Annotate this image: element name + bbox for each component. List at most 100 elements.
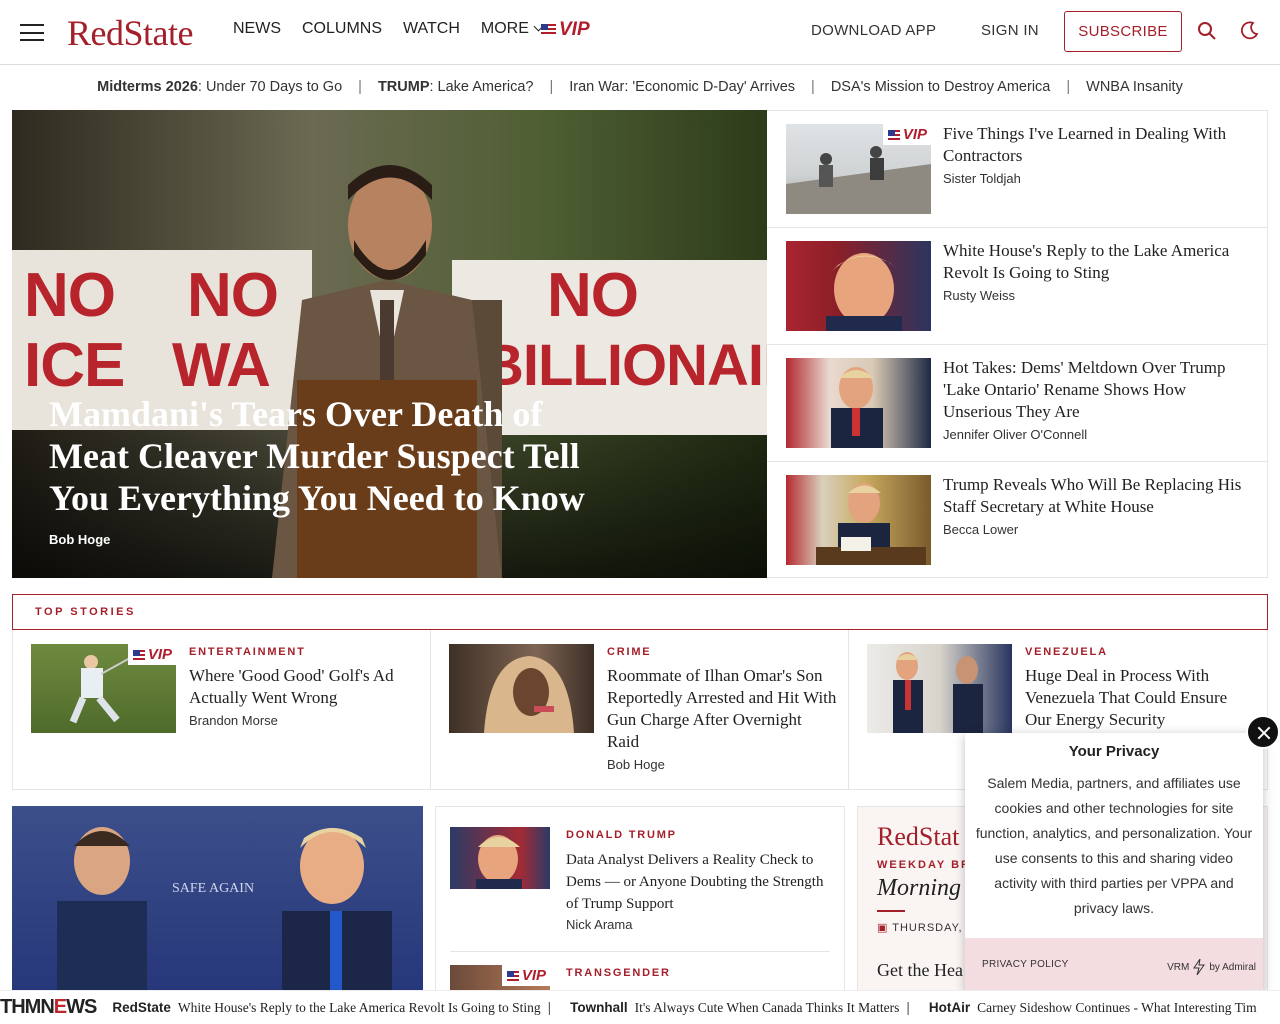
- article-title[interactable]: Trump Reveals Who Will Be Replacing His …: [943, 474, 1253, 538]
- vip-badge-label: VIP: [147, 646, 172, 663]
- article-author[interactable]: Rusty Weiss: [943, 288, 1253, 304]
- article-author[interactable]: Brandon Morse: [189, 713, 419, 729]
- category-label[interactable]: VENEZUELA: [1025, 646, 1108, 658]
- calendar-icon: ▣: [877, 922, 893, 934]
- nav-watch[interactable]: WATCH: [403, 20, 460, 38]
- admiral-brand[interactable]: VRM by Admiral: [1167, 959, 1256, 975]
- section-title: TOP STORIES: [35, 606, 136, 618]
- hero-headline[interactable]: Mamdani's Tears Over Death of Meat Cleav…: [49, 393, 609, 519]
- list-item[interactable]: DONALD TRUMP Data Analyst Delivers a Rea…: [450, 827, 830, 952]
- article-thumbnail[interactable]: [450, 827, 550, 889]
- vip-badge: VIP: [501, 965, 550, 986]
- trending-item[interactable]: WNBA Insanity: [1070, 79, 1199, 95]
- category-label[interactable]: ENTERTAINMENT: [189, 646, 306, 658]
- vip-badge: VIP: [882, 124, 931, 145]
- subscribe-button[interactable]: SUBSCRIBE: [1064, 11, 1182, 52]
- vip-badge-label: VIP: [902, 126, 927, 143]
- ticker-source[interactable]: HotAir: [929, 1000, 970, 1015]
- article-title[interactable]: Roommate of Ilhan Omar's Son Reportedly …: [607, 665, 837, 773]
- flag-icon: [132, 649, 145, 660]
- newsletter-cta: Get the Hea: [877, 960, 963, 980]
- newsletter-title: Morning: [877, 875, 961, 901]
- side-article[interactable]: VIP Five Things I've Learned in Dealing …: [767, 111, 1268, 228]
- trending-text: : Lake America?: [429, 79, 534, 95]
- side-article[interactable]: Trump Reveals Who Will Be Replacing His …: [767, 462, 1268, 579]
- category-label[interactable]: CRIME: [607, 646, 651, 658]
- article-title[interactable]: White House's Reply to the Lake America …: [943, 240, 1253, 304]
- article-title[interactable]: Data Analyst Delivers a Reality Check to…: [566, 849, 831, 935]
- feature-image[interactable]: SAFE AGAIN: [12, 806, 423, 996]
- article-title-text[interactable]: White House's Reply to the Lake America …: [943, 241, 1229, 282]
- ticker-source[interactable]: Townhall: [570, 1000, 628, 1015]
- article-title[interactable]: Where 'Good Good' Golf's Ad Actually Wen…: [189, 665, 419, 729]
- article-thumbnail[interactable]: [786, 241, 931, 331]
- banner-text: ICE: [24, 331, 125, 400]
- article-title-text[interactable]: Hot Takes: Dems' Meltdown Over Trump 'La…: [943, 358, 1226, 421]
- article-title-text[interactable]: Trump Reveals Who Will Be Replacing His …: [943, 475, 1241, 516]
- side-articles: VIP Five Things I've Learned in Dealing …: [767, 110, 1268, 578]
- trending-item[interactable]: TRUMP: Lake America?: [362, 79, 550, 95]
- divider: [877, 910, 905, 912]
- ticker-source[interactable]: RedState: [112, 1000, 171, 1015]
- article-thumbnail[interactable]: VIP: [786, 124, 931, 214]
- article-author[interactable]: Nick Arama: [566, 915, 831, 935]
- ticker-headline[interactable]: Carney Sideshow Continues - What Interes…: [977, 1000, 1257, 1016]
- newsletter-date: ▣ THURSDAY, A: [877, 921, 974, 934]
- menu-icon[interactable]: [20, 24, 44, 41]
- sign-in-link[interactable]: SIGN IN: [981, 22, 1039, 39]
- category-label[interactable]: TRANSGENDER: [566, 967, 671, 979]
- category-label[interactable]: DONALD TRUMP: [566, 829, 677, 841]
- article-title-text[interactable]: Roommate of Ilhan Omar's Son Reportedly …: [607, 666, 836, 751]
- article-thumbnail[interactable]: [786, 475, 931, 565]
- nav-columns[interactable]: COLUMNS: [302, 20, 382, 38]
- download-app-link[interactable]: DOWNLOAD APP: [811, 22, 936, 39]
- flag-icon: [541, 24, 556, 36]
- ticker-logo-mid: E: [53, 996, 67, 1018]
- article-title-text[interactable]: Data Analyst Delivers a Reality Check to…: [566, 852, 823, 912]
- ticker-logo-right: WS: [66, 996, 97, 1018]
- banner-text: BILLIONAIRES: [482, 333, 767, 398]
- article-thumbnail[interactable]: VIP: [31, 644, 176, 733]
- article-author[interactable]: Bob Hoge: [607, 757, 837, 773]
- backdrop-text: SAFE AGAIN: [172, 881, 254, 896]
- ticker-headline[interactable]: White House's Reply to the Lake America …: [178, 1000, 541, 1016]
- hero-author[interactable]: Bob Hoge: [49, 532, 110, 547]
- site-logo[interactable]: RedState: [67, 12, 193, 54]
- article-thumbnail[interactable]: [449, 644, 594, 733]
- nav-more[interactable]: MORE: [481, 20, 544, 38]
- trending-item[interactable]: Iran War: 'Economic D-Day' Arrives: [553, 79, 811, 95]
- vip-badge-label: VIP: [521, 967, 546, 984]
- article-title[interactable]: Huge Deal in Process With Venezuela That…: [1025, 665, 1255, 731]
- side-article[interactable]: Hot Takes: Dems' Meltdown Over Trump 'La…: [767, 345, 1268, 462]
- article-title[interactable]: Five Things I've Learned in Dealing With…: [943, 123, 1253, 187]
- top-stories-header: TOP STORIES: [12, 594, 1268, 630]
- article-author[interactable]: Jennifer Oliver O'Connell: [943, 427, 1253, 443]
- search-icon[interactable]: [1197, 21, 1217, 41]
- close-icon[interactable]: [1246, 715, 1280, 749]
- ticker-headline[interactable]: It's Always Cute When Canada Thinks It M…: [635, 1000, 900, 1016]
- news-ticker: THMNEWS RedState White House's Reply to …: [0, 990, 1280, 1024]
- nav-news[interactable]: NEWS: [233, 20, 281, 38]
- divider: |: [547, 1000, 552, 1015]
- article-author[interactable]: Becca Lower: [943, 522, 1253, 538]
- article-title-text[interactable]: Five Things I've Learned in Dealing With…: [943, 124, 1226, 165]
- privacy-dialog: Your Privacy Salem Media, partners, and …: [965, 733, 1263, 993]
- article-author[interactable]: Sister Toldjah: [943, 171, 1253, 187]
- trending-item[interactable]: Midterms 2026: Under 70 Days to Go: [81, 79, 358, 95]
- article-thumbnail[interactable]: [786, 358, 931, 448]
- hero-article[interactable]: NO ICE NO WA NO BILLIONAIRES Mamdani's T…: [12, 110, 767, 578]
- trending-item[interactable]: DSA's Mission to Destroy America: [815, 79, 1067, 95]
- trending-text: : Under 70 Days to Go: [197, 79, 343, 95]
- story-card[interactable]: CRIME Roommate of Ilhan Omar's Son Repor…: [431, 630, 849, 789]
- article-title[interactable]: Hot Takes: Dems' Meltdown Over Trump 'La…: [943, 357, 1253, 443]
- article-title-text[interactable]: Where 'Good Good' Golf's Ad Actually Wen…: [189, 666, 394, 707]
- vip-link[interactable]: VIP: [541, 19, 590, 41]
- vip-label: VIP: [559, 19, 590, 40]
- story-card[interactable]: VIP ENTERTAINMENT Where 'Good Good' Golf…: [13, 630, 431, 789]
- banner-text: NO: [547, 261, 639, 330]
- side-article[interactable]: White House's Reply to the Lake America …: [767, 228, 1268, 345]
- privacy-policy-link[interactable]: PRIVACY POLICY: [982, 959, 1069, 970]
- dark-mode-icon[interactable]: [1240, 20, 1260, 40]
- article-thumbnail[interactable]: [867, 644, 1012, 733]
- dialog-footer: PRIVACY POLICY VRM by Admiral: [965, 938, 1263, 993]
